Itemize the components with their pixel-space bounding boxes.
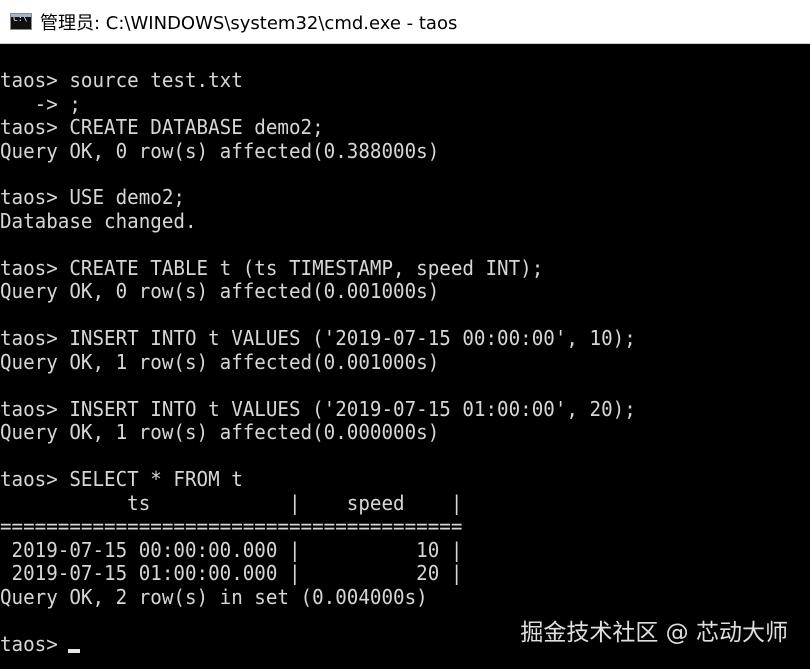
console-line: taos> CREATE DATABASE demo2;: [0, 115, 324, 139]
console-line: Query OK, 0 row(s) affected(0.001000s): [0, 279, 440, 303]
result-table-header: ts | speed |: [0, 491, 463, 515]
cmd-icon[interactable]: C:\: [10, 13, 32, 30]
result-table-row: 2019-07-15 01:00:00.000 | 20 |: [0, 561, 463, 585]
window-title: 管理员: C:\WINDOWS\system32\cmd.exe - taos: [40, 9, 457, 35]
result-table-separator: ========================================: [0, 514, 463, 538]
result-table-row: 2019-07-15 00:00:00.000 | 10 |: [0, 538, 463, 562]
window-titlebar[interactable]: C:\ 管理员: C:\WINDOWS\system32\cmd.exe - t…: [0, 0, 810, 44]
console-line: Query OK, 2 row(s) in set (0.004000s): [0, 585, 428, 609]
console-line: Database changed.: [0, 209, 197, 233]
console-line: taos> CREATE TABLE t (ts TIMESTAMP, spee…: [0, 256, 544, 280]
console-line: Query OK, 1 row(s) affected(0.001000s): [0, 350, 440, 374]
console-line: taos> INSERT INTO t VALUES ('2019-07-15 …: [0, 326, 636, 350]
text-cursor: [68, 649, 80, 653]
watermark: 掘金技术社区 @ 芯动大师: [520, 620, 788, 646]
console-line: taos> SELECT * FROM t: [0, 467, 243, 491]
console-output[interactable]: taos> source test.txt -> ; taos> CREATE …: [0, 44, 810, 669]
console-line: Query OK, 0 row(s) affected(0.388000s): [0, 139, 440, 163]
console-line: Query OK, 1 row(s) affected(0.000000s): [0, 420, 440, 444]
title-path: C:\WINDOWS\system32\cmd.exe - taos: [105, 12, 458, 34]
console-line: taos> source test.txt: [0, 68, 243, 92]
console-line: -> ;: [0, 92, 81, 116]
console-line: taos> INSERT INTO t VALUES ('2019-07-15 …: [0, 397, 636, 421]
console-prompt[interactable]: taos>: [0, 632, 69, 656]
console-line: taos> USE demo2;: [0, 185, 185, 209]
title-prefix: 管理员:: [40, 12, 106, 34]
